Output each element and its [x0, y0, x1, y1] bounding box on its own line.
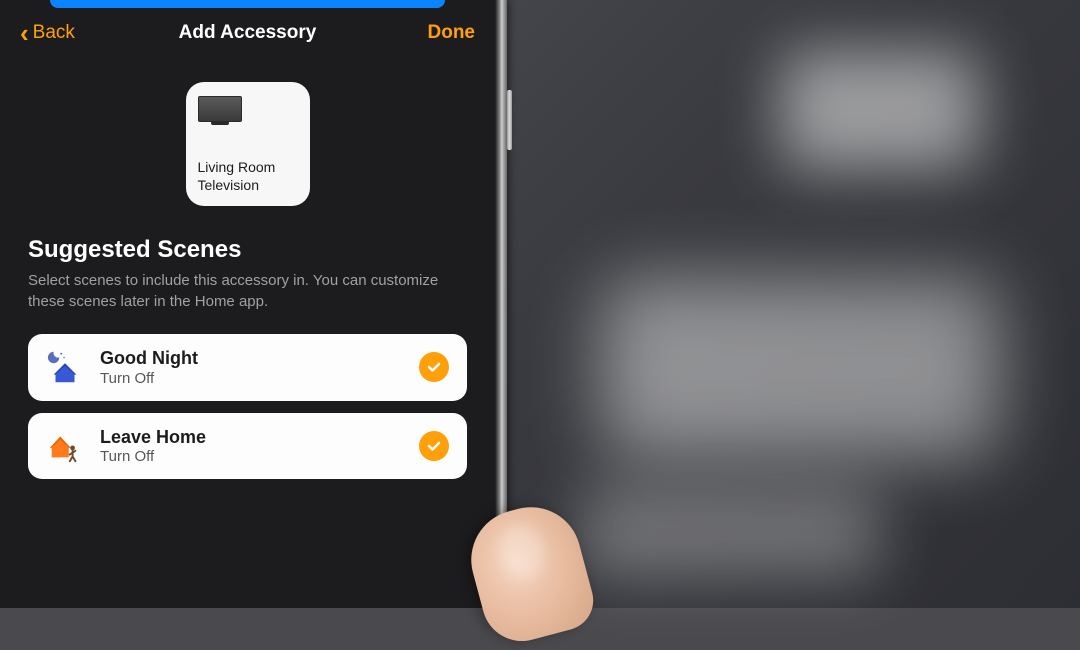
navigation-bar: ‹ Back Add Accessory Done — [0, 0, 495, 60]
scene-action: Turn Off — [100, 448, 403, 465]
leave-house-icon — [46, 427, 84, 465]
night-house-icon — [46, 348, 84, 386]
content-area: Living Room Television Suggested Scenes … — [0, 82, 495, 479]
scene-name: Leave Home — [100, 427, 403, 449]
checkmark-icon[interactable] — [419, 431, 449, 461]
phone-frame: ‹ Back Add Accessory Done Living Room Te… — [0, 0, 495, 608]
tv-icon — [198, 96, 242, 126]
accessory-tile[interactable]: Living Room Television — [186, 82, 310, 206]
scene-text: Leave Home Turn Off — [100, 427, 403, 466]
back-label: Back — [33, 22, 75, 44]
screen: ‹ Back Add Accessory Done Living Room Te… — [0, 0, 495, 608]
done-button[interactable]: Done — [428, 22, 476, 44]
checkmark-icon[interactable] — [419, 352, 449, 382]
scene-card-good-night[interactable]: Good Night Turn Off — [28, 334, 467, 401]
section-title: Suggested Scenes — [28, 236, 467, 264]
accessory-tile-wrapper: Living Room Television — [28, 82, 467, 206]
back-button[interactable]: ‹ Back — [20, 20, 75, 46]
section-description: Select scenes to include this accessory … — [28, 270, 467, 312]
scene-text: Good Night Turn Off — [100, 348, 403, 387]
background-blur-extra — [580, 488, 880, 578]
scene-action: Turn Off — [100, 370, 403, 387]
page-title: Add Accessory — [179, 22, 317, 44]
scene-card-leave-home[interactable]: Leave Home Turn Off — [28, 413, 467, 480]
top-blue-indicator — [50, 0, 445, 8]
scene-name: Good Night — [100, 348, 403, 370]
chevron-left-icon: ‹ — [20, 20, 29, 46]
accessory-name: Living Room Television — [198, 159, 298, 194]
phone-side-button — [507, 90, 512, 150]
